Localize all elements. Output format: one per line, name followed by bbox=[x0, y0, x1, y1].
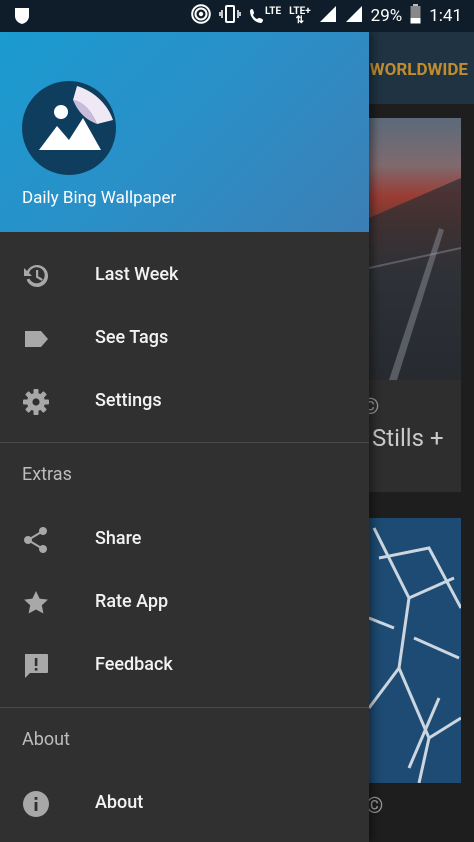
app-name: Daily Bing Wallpaper bbox=[22, 188, 177, 208]
divider bbox=[0, 707, 369, 708]
menu-item-see-tags[interactable]: See Tags bbox=[0, 307, 369, 369]
share-icon bbox=[22, 526, 50, 554]
menu-item-label: About bbox=[95, 792, 144, 813]
gear-icon bbox=[22, 388, 50, 416]
app-logo-icon bbox=[21, 80, 117, 176]
call-lte-icon: LTE bbox=[249, 7, 281, 25]
status-bar: LTE LTE+ ⇅ 29% 1:41 bbox=[0, 0, 474, 32]
data-arrows-icon: ⇅ bbox=[295, 15, 305, 26]
wallpaper-caption: Stills + bbox=[372, 424, 444, 452]
tag-icon bbox=[22, 325, 50, 353]
menu-item-label: Share bbox=[95, 528, 142, 549]
region-label: WORLDWIDE bbox=[369, 60, 468, 80]
battery-percent: 29% bbox=[370, 6, 403, 26]
wallpaper-thumbnail[interactable] bbox=[368, 118, 462, 380]
menu-item-about[interactable]: About bbox=[0, 772, 369, 834]
info-icon bbox=[22, 790, 50, 818]
menu-item-label: Last Week bbox=[95, 264, 179, 285]
vibrate-icon bbox=[219, 4, 241, 29]
hotspot-icon bbox=[191, 3, 211, 29]
menu-item-share[interactable]: Share bbox=[0, 508, 369, 570]
menu-item-last-week[interactable]: Last Week bbox=[0, 244, 369, 306]
menu-item-rate-app[interactable]: Rate App bbox=[0, 571, 369, 633]
clock: 1:41 bbox=[429, 6, 462, 26]
menu-item-label: Rate App bbox=[95, 591, 169, 612]
signal-icon-2 bbox=[345, 5, 363, 28]
lte-plus-indicator: LTE+ ⇅ bbox=[289, 7, 311, 26]
menu-item-label: Settings bbox=[95, 390, 162, 411]
lte-label: LTE bbox=[264, 6, 282, 17]
signal-icon bbox=[319, 5, 337, 28]
navigation-drawer: Daily Bing Wallpaper Last Week See Tags bbox=[0, 32, 369, 842]
feedback-icon bbox=[22, 652, 50, 680]
menu-item-settings[interactable]: Settings bbox=[0, 370, 369, 432]
wallpaper-thumbnail-2[interactable] bbox=[369, 518, 461, 783]
menu-item-label: Feedback bbox=[95, 654, 173, 675]
divider bbox=[0, 442, 369, 443]
section-header-extras: Extras bbox=[22, 464, 72, 485]
menu-item-feedback[interactable]: Feedback bbox=[0, 634, 369, 696]
drawer-header: Daily Bing Wallpaper bbox=[0, 32, 369, 232]
battery-icon bbox=[410, 3, 421, 29]
section-header-about: About bbox=[22, 729, 70, 750]
star-icon bbox=[22, 589, 50, 617]
menu-item-label: See Tags bbox=[95, 327, 169, 348]
history-icon bbox=[22, 262, 50, 290]
shield-icon bbox=[14, 7, 30, 29]
